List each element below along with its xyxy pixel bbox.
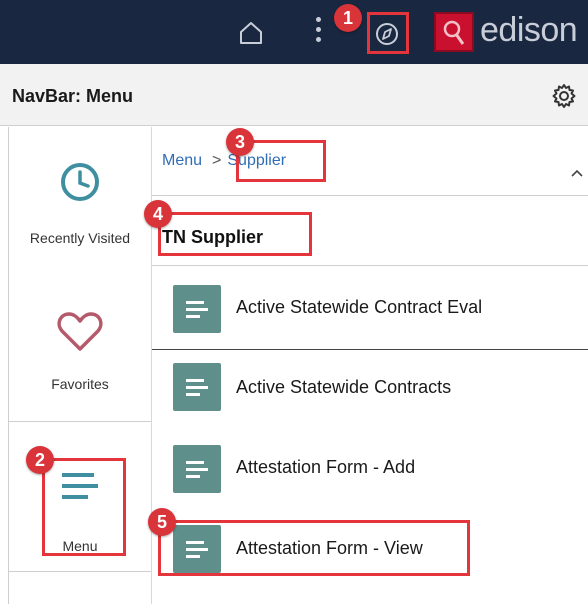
nav-divider	[9, 571, 151, 572]
navbar-header: NavBar: Menu	[0, 64, 588, 126]
menu-item-label: Attestation Form - View	[236, 538, 423, 558]
top-bar: edison	[0, 0, 588, 64]
callout-badge: 2	[26, 446, 54, 474]
nav-item-recently-visited[interactable]: Recently Visited	[9, 159, 151, 299]
compass-icon[interactable]	[368, 13, 406, 53]
menu-content: Menu > Supplier TN Supplier Active Statewi…	[152, 127, 588, 604]
document-icon	[173, 445, 221, 493]
nav-label-recently-visited: Recently Visited	[29, 230, 131, 246]
breadcrumb-separator: >	[212, 152, 222, 169]
menu-item-label: Active Statewide Contract Eval	[236, 297, 483, 317]
clock-icon	[61, 163, 99, 201]
menu-item-label: Active Statewide Contracts	[236, 377, 452, 397]
breadcrumb: Menu > Supplier	[162, 152, 286, 170]
document-icon	[173, 525, 221, 573]
document-icon	[173, 285, 221, 333]
callout-badge: 4	[144, 200, 172, 228]
kebab-menu-icon[interactable]	[313, 17, 323, 47]
callout-badge: 1	[334, 4, 362, 32]
nav-label-favorites: Favorites	[51, 376, 109, 392]
navbar-title: NavBar: Menu	[12, 86, 134, 106]
document-icon	[173, 363, 221, 411]
breadcrumb-menu-link[interactable]: Menu	[162, 152, 202, 169]
nav-divider	[9, 421, 151, 422]
nav-item-menu[interactable]: Menu	[9, 467, 151, 557]
section-title: TN Supplier	[162, 227, 264, 247]
content-divider	[152, 195, 588, 196]
menu-item-label: Attestation Form - Add	[236, 457, 416, 477]
scroll-up-icon[interactable]	[570, 165, 584, 177]
menu-item-statewide-contracts[interactable]: Active Statewide Contracts	[152, 349, 582, 429]
home-icon[interactable]	[238, 20, 264, 46]
gear-icon[interactable]	[550, 82, 578, 110]
nav-item-favorites[interactable]: Favorites	[9, 309, 151, 419]
callout-badge: 5	[148, 508, 176, 536]
logo-text: edison	[480, 11, 578, 49]
callout-badge: 3	[226, 128, 254, 156]
logo-mark	[434, 12, 474, 52]
menu-item-attestation-view[interactable]: Attestation Form - View	[152, 509, 582, 589]
nav-label-menu: Menu	[62, 538, 98, 554]
menu-item-contract-eval[interactable]: Active Statewide Contract Eval	[152, 269, 582, 349]
menu-item-attestation-add[interactable]: Attestation Form - Add	[152, 429, 582, 509]
content-divider	[152, 265, 588, 266]
heart-icon	[57, 312, 103, 351]
left-nav: Recently Visited Favorites Menu	[8, 127, 152, 604]
menu-lines-icon	[62, 473, 98, 499]
edison-logo: edison	[434, 8, 588, 58]
